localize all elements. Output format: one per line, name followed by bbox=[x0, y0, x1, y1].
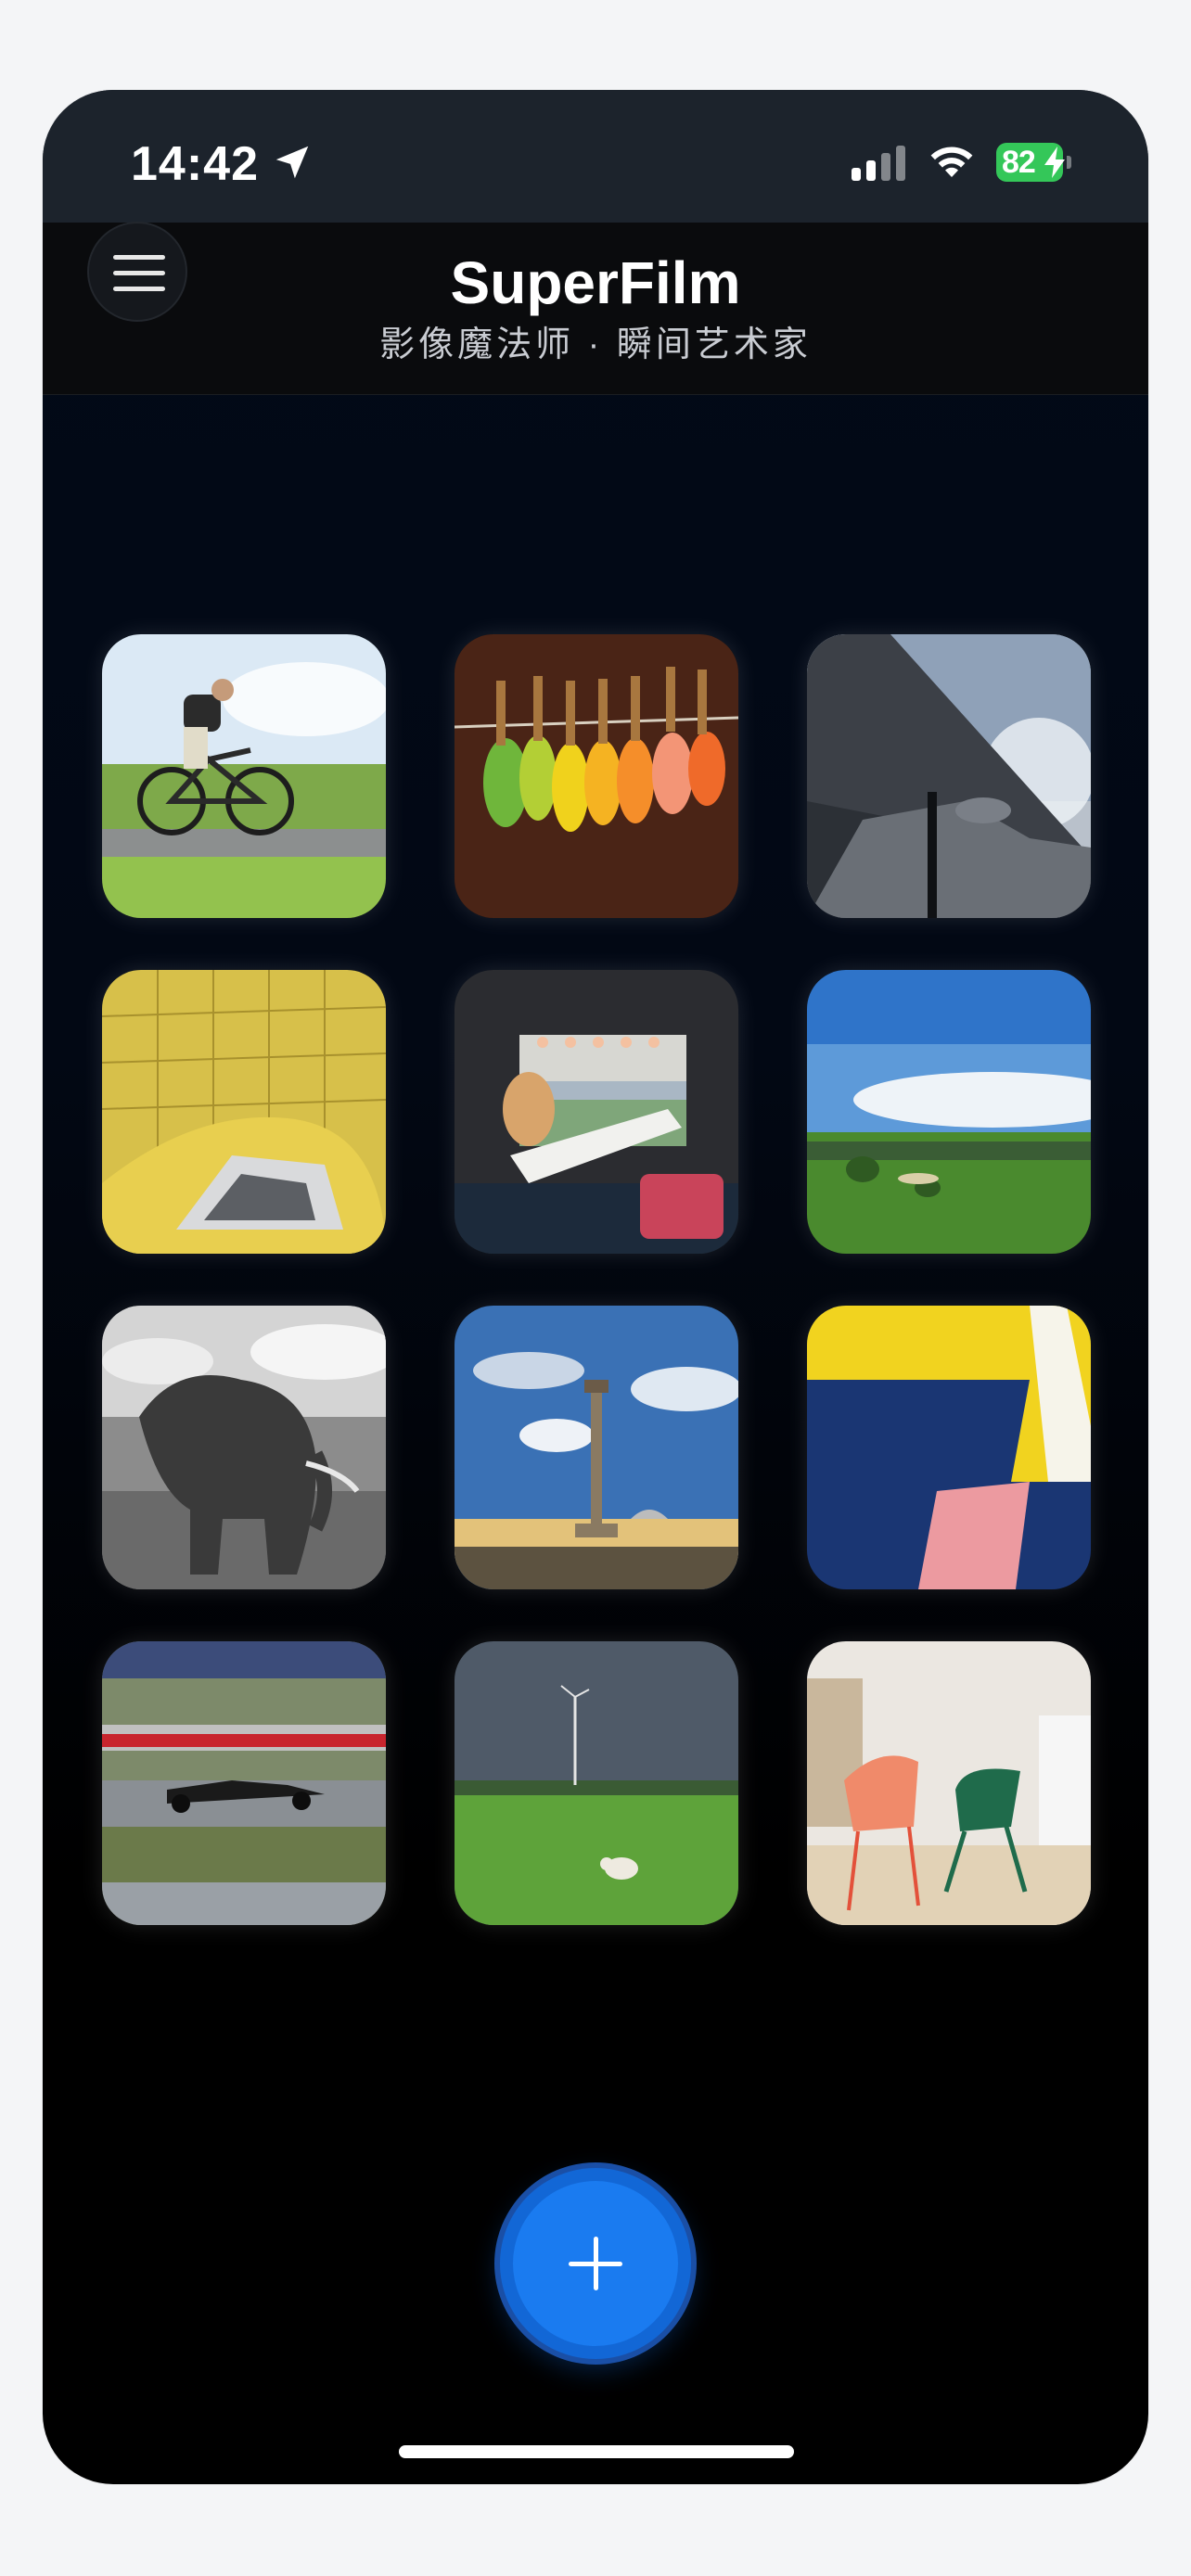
photo-image bbox=[807, 1306, 1091, 1589]
photo-image bbox=[807, 1641, 1091, 1925]
photo-image bbox=[102, 1641, 386, 1925]
photo-tile-citysquare[interactable] bbox=[455, 1306, 738, 1589]
app-subtitle: 影像魔法师 · 瞬间艺术家 bbox=[379, 325, 812, 364]
photo-tile-golfcourse[interactable] bbox=[807, 970, 1091, 1254]
photo-image bbox=[102, 634, 386, 918]
app-title: SuperFilm bbox=[450, 249, 741, 316]
photo-tile-cowfield[interactable] bbox=[455, 1641, 738, 1925]
photo-image bbox=[807, 634, 1091, 918]
photo-image bbox=[455, 1641, 738, 1925]
photo-tile-campervan[interactable] bbox=[455, 970, 738, 1254]
battery-indicator: 82 bbox=[996, 143, 1071, 182]
photo-image bbox=[455, 634, 738, 918]
photo-tile-paintedwall[interactable] bbox=[807, 1306, 1091, 1589]
photo-image bbox=[455, 970, 738, 1254]
photo-tile-leaves[interactable] bbox=[455, 634, 738, 918]
plus-icon-vertical bbox=[594, 2237, 598, 2290]
photo-image bbox=[807, 970, 1091, 1254]
status-time: 14:42 bbox=[131, 137, 259, 191]
phone-screen: 14:42 82 SuperFilm 影像魔法师 · 瞬间艺术家 bbox=[43, 90, 1148, 2484]
battery-tip bbox=[1067, 156, 1071, 169]
photo-tile-elephant[interactable] bbox=[102, 1306, 386, 1589]
photo-image bbox=[455, 1306, 738, 1589]
location-arrow-icon bbox=[275, 146, 309, 179]
home-indicator bbox=[399, 2445, 794, 2458]
photo-tile-airplane[interactable] bbox=[807, 634, 1091, 918]
photo-image bbox=[102, 1306, 386, 1589]
photo-image bbox=[102, 970, 386, 1254]
cellular-signal-icon bbox=[852, 146, 905, 181]
photo-tile-cyclist[interactable] bbox=[102, 634, 386, 918]
photo-tile-chairs[interactable] bbox=[807, 1641, 1091, 1925]
charging-bolt-icon bbox=[1044, 147, 1065, 178]
photo-tile-racecar[interactable] bbox=[102, 1641, 386, 1925]
status-bar: 14:42 82 bbox=[43, 90, 1148, 223]
photo-tile-architecture[interactable] bbox=[102, 970, 386, 1254]
add-photo-button[interactable] bbox=[500, 2168, 691, 2359]
wifi-icon bbox=[930, 147, 973, 177]
